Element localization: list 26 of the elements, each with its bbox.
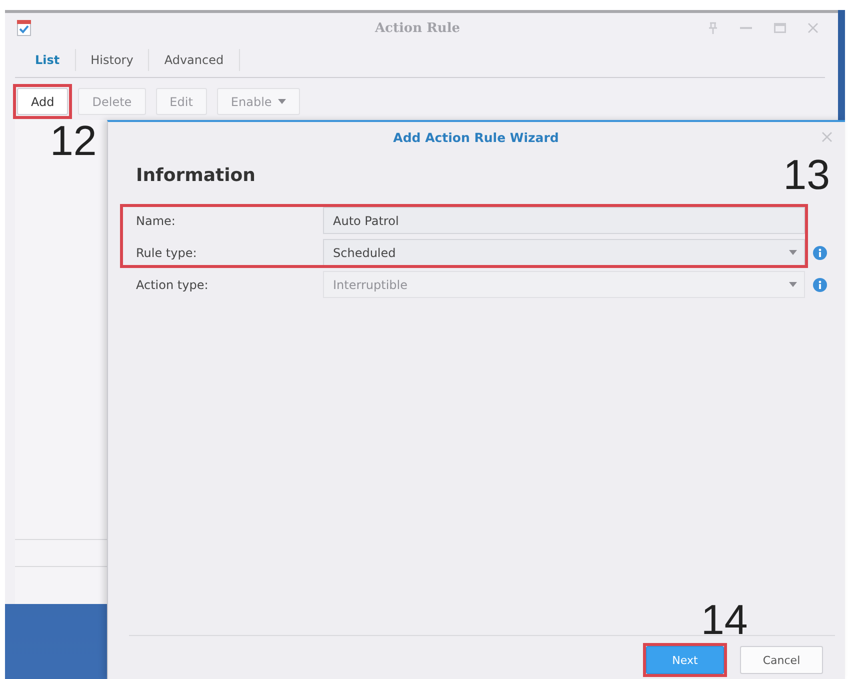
close-icon[interactable] [808, 23, 818, 33]
window-title: Action Rule [374, 20, 460, 36]
caret-icon [278, 99, 286, 104]
section-heading: Information [136, 164, 256, 188]
cancel-button[interactable]: Cancel [740, 646, 823, 674]
step-number: 14 [701, 599, 748, 641]
maximize-icon[interactable] [774, 23, 786, 33]
close-icon[interactable] [822, 132, 832, 142]
info-icon[interactable] [813, 246, 827, 260]
pin-icon[interactable] [708, 22, 718, 34]
tab[interactable]: History [76, 49, 150, 71]
step-number: 12 [50, 120, 97, 162]
field-label: Rule type: [136, 246, 198, 260]
step-number: 13 [783, 154, 830, 196]
field-label: Name: [136, 214, 176, 228]
dropdown-field[interactable]: Scheduled [323, 239, 805, 266]
minimize-icon[interactable] [740, 27, 752, 29]
caret-icon [789, 282, 797, 287]
caret-icon [789, 250, 797, 255]
field-label: Action type: [136, 278, 210, 292]
add-button[interactable]: Add [17, 88, 68, 115]
text-field[interactable]: Auto Patrol [323, 207, 805, 234]
dialog-title: Add Action Rule Wizard [392, 130, 559, 144]
tab[interactable]: List [20, 49, 76, 71]
calendar-check-icon [17, 20, 31, 36]
tab[interactable]: Advanced [149, 49, 240, 71]
